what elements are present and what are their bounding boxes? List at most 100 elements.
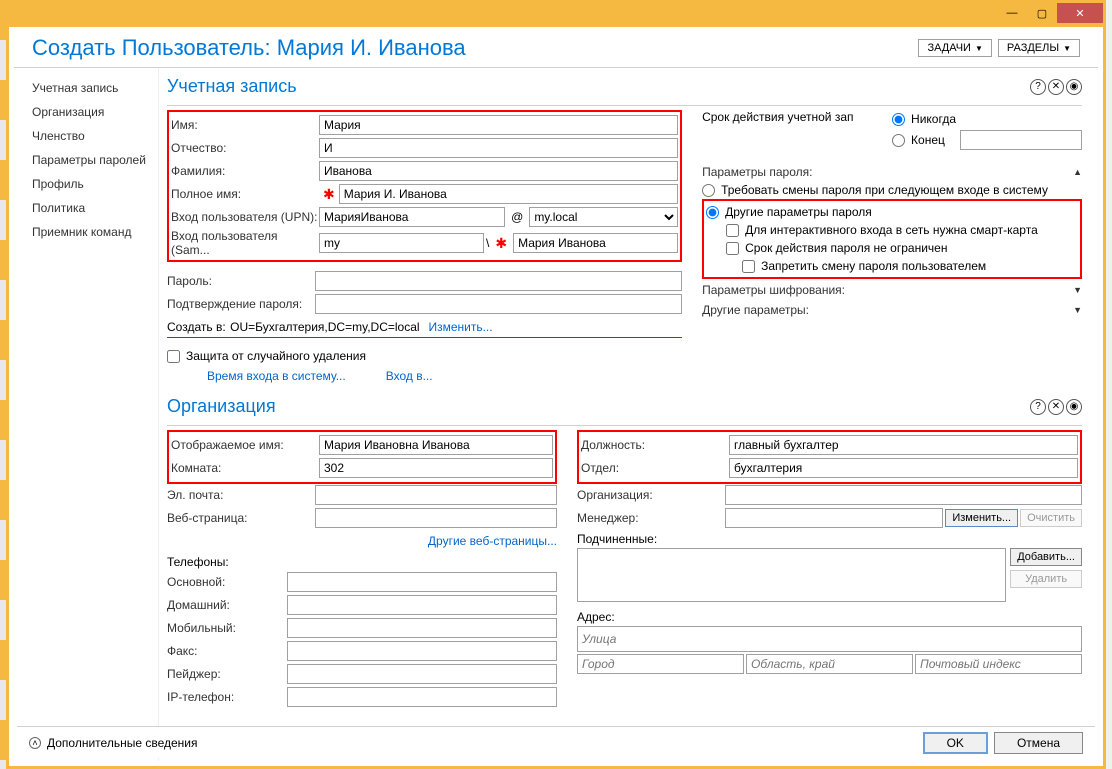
- name-fields-highlight: Имя: Отчество: Фамилия: Полное имя:✱ Вхо…: [167, 110, 682, 262]
- reports-listbox[interactable]: [577, 548, 1006, 602]
- upn-field[interactable]: [319, 207, 505, 227]
- logon-to-link[interactable]: Вход в...: [386, 369, 433, 383]
- phone-ip-field[interactable]: [287, 687, 557, 707]
- expiry-never-radio[interactable]: [892, 113, 905, 126]
- org-columns: Отображаемое имя: Комната: Эл. почта: Ве…: [167, 430, 1082, 709]
- zip-field[interactable]: [915, 654, 1082, 674]
- main-window: — ▢ ✕ Создать Пользователь: Мария И. Ива…: [6, 0, 1106, 769]
- close-button[interactable]: ✕: [1057, 3, 1103, 23]
- sidebar-item-policy[interactable]: Политика: [14, 196, 158, 220]
- job-title-field[interactable]: [729, 435, 1078, 455]
- title-dept-highlight: Должность: Отдел:: [577, 430, 1082, 484]
- sidebar-item-profile[interactable]: Профиль: [14, 172, 158, 196]
- help-icon[interactable]: ?: [1030, 399, 1046, 415]
- webpage-field[interactable]: [315, 508, 557, 528]
- add-report-button[interactable]: Добавить...: [1010, 548, 1082, 566]
- city-field[interactable]: [577, 654, 744, 674]
- account-left: Имя: Отчество: Фамилия: Полное имя:✱ Вхо…: [167, 110, 682, 388]
- more-info-toggle[interactable]: ˄ Дополнительные сведения: [29, 736, 197, 750]
- window-content: Создать Пользователь: Мария И. Иванова З…: [14, 27, 1098, 761]
- phone-mobile-field[interactable]: [287, 618, 557, 638]
- sam-domain-field[interactable]: [319, 233, 484, 253]
- close-section-icon[interactable]: ✕: [1048, 79, 1064, 95]
- first-name-field[interactable]: [319, 115, 678, 135]
- collapse-icon[interactable]: ◉: [1066, 79, 1082, 95]
- display-name-field[interactable]: [319, 435, 553, 455]
- minimize-button[interactable]: —: [997, 3, 1027, 23]
- smartcard-checkbox[interactable]: [726, 224, 739, 237]
- department-field[interactable]: [729, 458, 1078, 478]
- room-field[interactable]: [319, 458, 553, 478]
- account-right: Срок действия учетной зап Никогда Конец …: [702, 110, 1082, 388]
- sections-dropdown[interactable]: РАЗДЕЛЫ▼: [998, 39, 1080, 57]
- display-room-highlight: Отображаемое имя: Комната:: [167, 430, 557, 484]
- expand-down-icon[interactable]: ▼: [1073, 305, 1082, 315]
- last-name-field[interactable]: [319, 161, 678, 181]
- ok-button[interactable]: OK: [923, 732, 988, 754]
- account-title: Учетная запись: [167, 76, 297, 97]
- dialog-header: Создать Пользователь: Мария И. Иванова З…: [14, 27, 1098, 68]
- chevron-down-icon: ▼: [1063, 44, 1071, 53]
- email-field[interactable]: [315, 485, 557, 505]
- help-icon[interactable]: ?: [1030, 79, 1046, 95]
- protect-delete-checkbox[interactable]: [167, 350, 180, 363]
- sam-user-field[interactable]: [513, 233, 678, 253]
- collapse-icon[interactable]: ◉: [1066, 399, 1082, 415]
- phone-pager-field[interactable]: [287, 664, 557, 684]
- organization-field[interactable]: [725, 485, 1082, 505]
- collapse-up-icon[interactable]: ▲: [1073, 167, 1082, 177]
- chevron-up-icon: ˄: [29, 737, 41, 749]
- org-title: Организация: [167, 396, 276, 417]
- sidebar-item-membership[interactable]: Членство: [14, 124, 158, 148]
- confirm-password-field[interactable]: [315, 294, 682, 314]
- titlebar: — ▢ ✕: [9, 3, 1103, 27]
- create-in-path: OU=Бухгалтерия,DC=my,DC=local: [230, 320, 419, 334]
- body: Учетная запись Организация Членство Пара…: [14, 68, 1098, 761]
- other-web-link[interactable]: Другие веб-страницы...: [428, 534, 557, 548]
- logon-hours-link[interactable]: Время входа в систему...: [207, 369, 346, 383]
- change-manager-button[interactable]: Изменить...: [945, 509, 1018, 527]
- at-sign: @: [507, 210, 527, 224]
- sidebar-item-org[interactable]: Организация: [14, 100, 158, 124]
- expand-down-icon[interactable]: ▼: [1073, 285, 1082, 295]
- manager-field[interactable]: [725, 508, 943, 528]
- no-expire-checkbox[interactable]: [726, 242, 739, 255]
- content-area: Учетная запись ? ✕ ◉ Имя: Отчество: Ф: [159, 68, 1098, 761]
- phone-home-field[interactable]: [287, 595, 557, 615]
- phone-fax-field[interactable]: [287, 641, 557, 661]
- full-name-field[interactable]: [339, 184, 678, 204]
- backslash: \: [486, 236, 489, 250]
- password-options-highlight: Другие параметры пароля Для интерактивно…: [702, 199, 1082, 279]
- org-section-header: Организация ? ✕ ◉: [167, 388, 1082, 421]
- chevron-down-icon: ▼: [975, 44, 983, 53]
- sidebar-item-pwd[interactable]: Параметры паролей: [14, 148, 158, 172]
- no-change-checkbox[interactable]: [742, 260, 755, 273]
- expiry-date-field[interactable]: [960, 130, 1082, 150]
- street-field[interactable]: [577, 626, 1082, 652]
- password-field[interactable]: [315, 271, 682, 291]
- sidebar-item-cmd[interactable]: Приемник команд: [14, 220, 158, 244]
- account-section-header: Учетная запись ? ✕ ◉: [167, 68, 1082, 101]
- dialog-footer: ˄ Дополнительные сведения OK Отмена: [17, 726, 1095, 758]
- expiry-end-radio[interactable]: [892, 134, 905, 147]
- tasks-dropdown[interactable]: ЗАДАЧИ▼: [918, 39, 991, 57]
- close-section-icon[interactable]: ✕: [1048, 399, 1064, 415]
- other-params-radio[interactable]: [706, 206, 719, 219]
- required-icon: ✱: [495, 235, 507, 252]
- phone-main-field[interactable]: [287, 572, 557, 592]
- region-field[interactable]: [746, 654, 913, 674]
- sidebar: Учетная запись Организация Членство Пара…: [14, 68, 159, 761]
- account-columns: Имя: Отчество: Фамилия: Полное имя:✱ Вхо…: [167, 110, 1082, 388]
- middle-name-field[interactable]: [319, 138, 678, 158]
- org-right: Должность: Отдел: Организация: Менеджер:…: [577, 430, 1082, 709]
- upn-domain-select[interactable]: my.local: [529, 207, 678, 227]
- change-ou-link[interactable]: Изменить...: [428, 320, 492, 334]
- clear-manager-button[interactable]: Очистить: [1020, 509, 1082, 527]
- require-change-radio[interactable]: [702, 184, 715, 197]
- maximize-button[interactable]: ▢: [1027, 3, 1057, 23]
- page-title: Создать Пользователь: Мария И. Иванова: [32, 35, 466, 61]
- remove-report-button[interactable]: Удалить: [1010, 570, 1082, 588]
- sidebar-item-account[interactable]: Учетная запись: [14, 76, 158, 100]
- cancel-button[interactable]: Отмена: [994, 732, 1083, 754]
- org-left: Отображаемое имя: Комната: Эл. почта: Ве…: [167, 430, 557, 709]
